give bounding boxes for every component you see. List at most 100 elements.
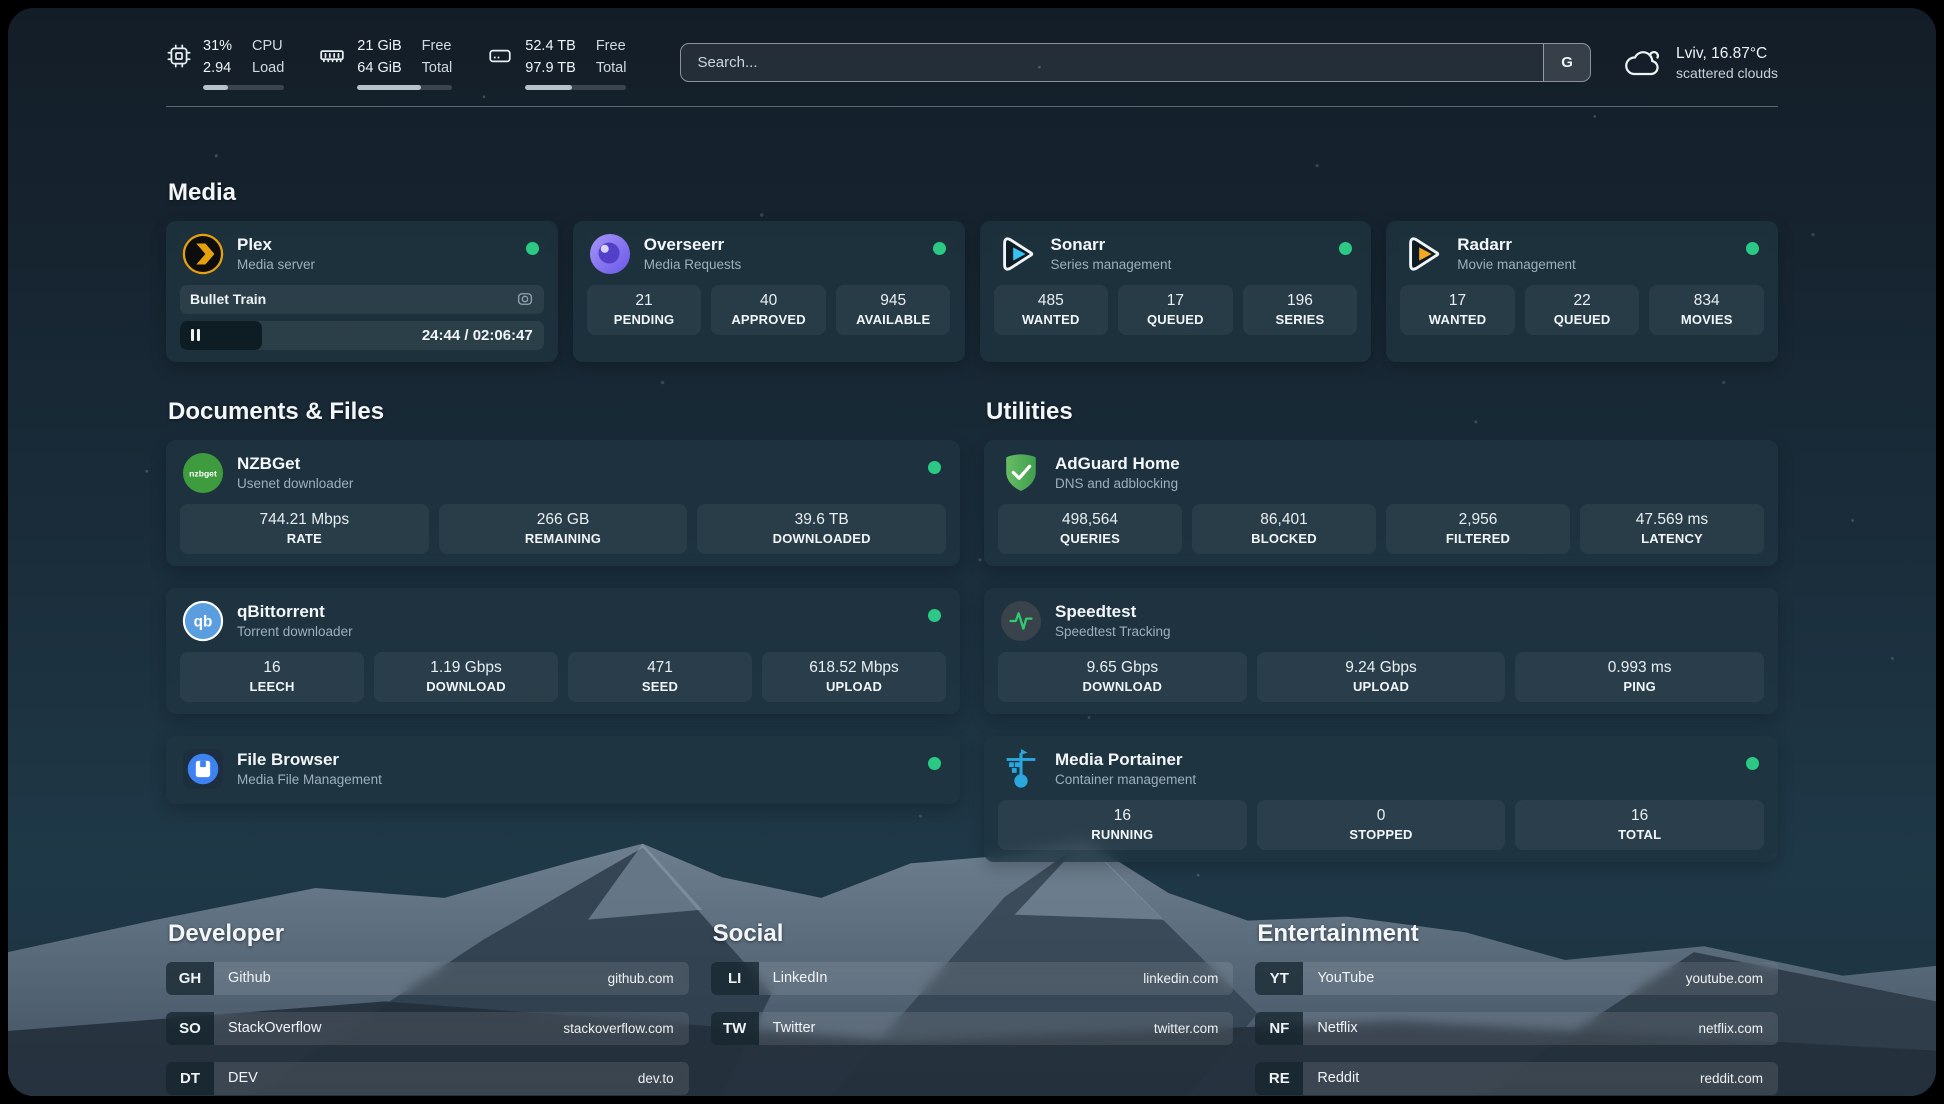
search-provider-button[interactable]: G	[1543, 44, 1590, 81]
stat-blocked: 86,401 BLOCKED	[1192, 504, 1376, 554]
filebrowser-icon	[182, 748, 224, 790]
bookmark-dev[interactable]: DT DEV dev.to	[166, 1062, 689, 1095]
service-card-overseerr[interactable]: Overseerr Media Requests 21 PENDING 40 A…	[573, 221, 965, 362]
stat-label: QUERIES	[1002, 531, 1178, 546]
bookmark-name: Reddit	[1303, 1062, 1359, 1095]
stat-value: 2,956	[1390, 511, 1566, 529]
status-dot	[933, 242, 946, 255]
service-card-sonarr[interactable]: Sonarr Series management 485 WANTED 17 Q…	[980, 221, 1372, 362]
bookmark-abbr: RE	[1255, 1062, 1303, 1095]
stat-pending: 21 PENDING	[587, 285, 702, 335]
service-card-adguard[interactable]: AdGuard Home DNS and adblocking 498,564 …	[984, 440, 1778, 566]
bookmark-twitter[interactable]: TW Twitter twitter.com	[711, 1012, 1234, 1045]
stat-value: 0	[1261, 807, 1502, 825]
stat-total: 16 TOTAL	[1515, 800, 1764, 850]
dashboard-screen: 31% 2.94 CPU Load	[8, 8, 1936, 1096]
stat-queries: 498,564 QUERIES	[998, 504, 1182, 554]
service-subtitle: DNS and adblocking	[1055, 476, 1180, 491]
bookmark-abbr: TW	[711, 1012, 759, 1045]
bookmark-youtube[interactable]: YT YouTube youtube.com	[1255, 962, 1778, 995]
service-text: File Browser Media File Management	[237, 750, 382, 787]
search-input[interactable]	[681, 44, 1543, 81]
stat-label: MOVIES	[1653, 312, 1760, 327]
memory-values: 21 GiB 64 GiB	[357, 36, 401, 80]
service-card-portainer[interactable]: Media Portainer Container management 16 …	[984, 736, 1778, 862]
weather-widget: Lviv, 16.87°C scattered clouds	[1623, 45, 1778, 81]
bookmark-netflix[interactable]: NF Netflix netflix.com	[1255, 1012, 1778, 1045]
now-playing-title: Bullet Train	[190, 291, 266, 307]
bookmark-abbr: LI	[711, 962, 759, 995]
stats-row: 16 RUNNING 0 STOPPED 16 TOTAL	[998, 800, 1764, 850]
stat-leech: 16 LEECH	[180, 652, 364, 702]
service-text: Plex Media server	[237, 235, 315, 272]
service-subtitle: Usenet downloader	[237, 476, 353, 491]
stat-label: REMAINING	[443, 531, 684, 546]
player-time: 24:44 / 02:06:47	[422, 327, 544, 344]
disk-widget: 52.4 TB 97.9 TB Free Total	[486, 36, 626, 90]
stat-value: 485	[998, 292, 1105, 310]
stat-value: 22	[1529, 292, 1636, 310]
bookmark-reddit[interactable]: RE Reddit reddit.com	[1255, 1062, 1778, 1095]
stat-movies: 834 MOVIES	[1649, 285, 1764, 335]
service-title: Sonarr	[1051, 235, 1172, 255]
weather-location-temp: Lviv, 16.87°C	[1676, 45, 1778, 63]
cpu-labels: CPU Load	[252, 36, 284, 80]
service-title: File Browser	[237, 750, 382, 770]
memory-progress-fill	[357, 85, 421, 90]
bookmark-name: LinkedIn	[759, 962, 828, 995]
bookmark-url: reddit.com	[1700, 1062, 1778, 1095]
stat-stopped: 0 STOPPED	[1257, 800, 1506, 850]
service-card-speedtest[interactable]: Speedtest Speedtest Tracking 9.65 Gbps D…	[984, 588, 1778, 714]
bookmark-github[interactable]: GH Github github.com	[166, 962, 689, 995]
stats-row: 744.21 Mbps RATE 266 GB REMAINING 39.6 T…	[180, 504, 946, 554]
stat-label: TOTAL	[1519, 827, 1760, 842]
service-card-nzbget[interactable]: nzbget NZBGet Usenet downloader 744.21 M…	[166, 440, 960, 566]
top-bar: 31% 2.94 CPU Load	[166, 36, 1778, 90]
service-card-filebrowser[interactable]: File Browser Media File Management	[166, 736, 960, 804]
stat-value: 9.65 Gbps	[1002, 659, 1243, 677]
stat-value: 9.24 Gbps	[1261, 659, 1502, 677]
bookmark-group-social: Social LI LinkedIn linkedin.com TW Twitt…	[711, 920, 1234, 1062]
bookmark-linkedin[interactable]: LI LinkedIn linkedin.com	[711, 962, 1234, 995]
service-subtitle: Container management	[1055, 772, 1196, 787]
stat-value: 618.52 Mbps	[766, 659, 942, 677]
stat-value: 266 GB	[443, 511, 684, 529]
service-card-radarr[interactable]: Radarr Movie management 17 WANTED 22 QUE…	[1386, 221, 1778, 362]
stat-label: BLOCKED	[1196, 531, 1372, 546]
service-subtitle: Movie management	[1457, 257, 1576, 272]
stat-download: 1.19 Gbps DOWNLOAD	[374, 652, 558, 702]
service-subtitle: Series management	[1051, 257, 1172, 272]
portainer-icon	[1000, 748, 1042, 790]
cpu-label: CPU	[252, 36, 284, 58]
bookmarks-area: Developer GH Github github.com SO StackO…	[166, 920, 1778, 1097]
service-subtitle: Media server	[237, 257, 315, 272]
section-utilities: Utilities AdGuard Home	[984, 398, 1778, 862]
pause-icon[interactable]	[191, 329, 200, 341]
service-text: qBittorrent Torrent downloader	[237, 602, 353, 639]
stat-value: 16	[1519, 807, 1760, 825]
section-heading-utilities: Utilities	[986, 398, 1778, 426]
service-text: NZBGet Usenet downloader	[237, 454, 353, 491]
stat-value: 21	[591, 292, 698, 310]
service-card-qbittorrent[interactable]: qb qBittorrent Torrent downloader 16	[166, 588, 960, 714]
player-progress-bar[interactable]: 24:44 / 02:06:47	[180, 321, 544, 350]
section-heading-entertainment: Entertainment	[1257, 920, 1778, 948]
now-playing-row[interactable]: Bullet Train	[180, 285, 544, 314]
stat-value: 744.21 Mbps	[184, 511, 425, 529]
status-dot	[526, 242, 539, 255]
status-dot	[928, 609, 941, 622]
stat-value: 16	[1002, 807, 1243, 825]
bookmark-name: Github	[214, 962, 271, 995]
nzbget-icon: nzbget	[182, 452, 224, 494]
player-progress-fill	[180, 321, 262, 350]
search-bar[interactable]: G	[680, 43, 1591, 82]
service-card-plex[interactable]: Plex Media server Bullet Train	[166, 221, 558, 362]
bookmark-name: YouTube	[1303, 962, 1374, 995]
stat-label: DOWNLOAD	[1002, 679, 1243, 694]
service-title: NZBGet	[237, 454, 353, 474]
bookmark-name: Twitter	[759, 1012, 816, 1045]
stat-running: 16 RUNNING	[998, 800, 1247, 850]
bookmark-stackoverflow[interactable]: SO StackOverflow stackoverflow.com	[166, 1012, 689, 1045]
bookmark-group-entertainment: Entertainment YT YouTube youtube.com NF …	[1255, 920, 1778, 1097]
bookmark-url: dev.to	[638, 1062, 689, 1095]
